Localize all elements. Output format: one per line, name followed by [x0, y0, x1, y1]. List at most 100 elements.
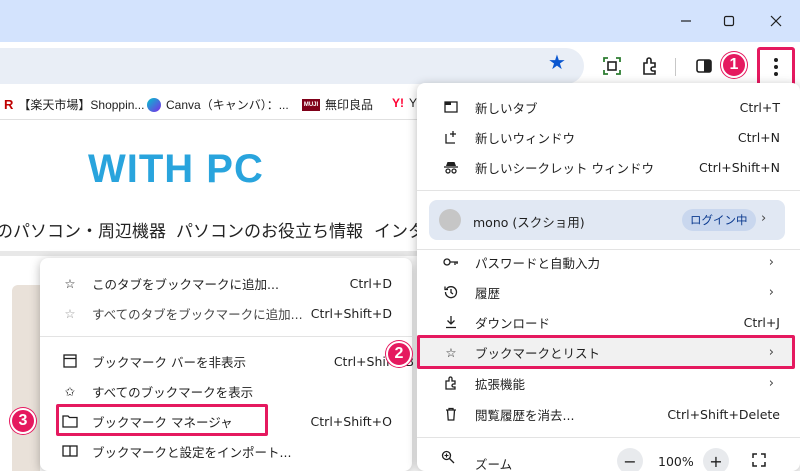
star-list-icon: ✩ [64, 383, 76, 399]
menu-item-label: 履歴 [475, 285, 501, 301]
menu-divider [417, 190, 800, 191]
toolbar-divider [675, 58, 676, 76]
menu-item-label: パスワードと自動入力 [475, 255, 601, 271]
minimize-icon[interactable] [662, 0, 710, 42]
zoom-in-button[interactable]: + [703, 448, 729, 471]
more-menu-icon [774, 58, 778, 76]
history-icon [441, 282, 461, 302]
bookmark-label: Y [409, 96, 418, 110]
article-thumbnail[interactable] [12, 285, 40, 471]
zoom-out-button[interactable]: − [617, 448, 643, 471]
menu-item-label: ダウンロード [475, 315, 551, 331]
menu-item-new-incognito[interactable]: 新しいシークレット ウィンドウ Ctrl+Shift+N [417, 152, 800, 182]
bookmark-label: 【楽天市場】Shoppin... [18, 98, 145, 112]
chevron-right-icon: › [768, 375, 774, 391]
fullscreen-icon[interactable] [751, 452, 767, 468]
shortcut-label: Ctrl+N [737, 129, 780, 145]
new-window-icon [441, 127, 461, 147]
menu-item-downloads[interactable]: ダウンロード Ctrl+J [417, 307, 800, 337]
nav-item[interactable]: のパソコン・周辺機器 [0, 217, 166, 242]
shortcut-label: Ctrl+Shift+Delete [667, 406, 780, 422]
menu-item-bookmarks-and-lists[interactable]: ☆ ブックマークとリスト › [417, 337, 800, 367]
star-outline-icon: ☆ [64, 275, 76, 291]
profile-name: mono (スクショ用) [473, 215, 585, 230]
chevron-right-icon: › [768, 284, 774, 300]
new-tab-icon [441, 97, 461, 117]
menu-item-label: このタブをブックマークに追加... [92, 276, 279, 292]
side-panel-icon[interactable] [692, 54, 716, 78]
shortcut-label: Ctrl+T [739, 99, 780, 115]
chrome-main-menu: 新しいタブ Ctrl+T 新しいウィンドウ Ctrl+N 新しいシークレット ウ… [417, 83, 800, 471]
menu-item-extensions[interactable]: 拡張機能 › [417, 368, 800, 398]
menu-item-label: 閲覧履歴を消去... [475, 407, 575, 423]
menu-item-hide-bookmark-bar[interactable]: ブックマーク バーを非表示 Ctrl+Shift+B [40, 346, 414, 376]
muji-icon: MUJI [302, 98, 320, 111]
step-badge-2: 2 [386, 341, 412, 367]
menu-item-new-window[interactable]: 新しいウィンドウ Ctrl+N [417, 122, 800, 152]
menu-item-bookmark-all-tabs[interactable]: ☆ すべてのタブをブックマークに追加... Ctrl+Shift+D [40, 298, 412, 328]
bookmark-label: 無印良品 [325, 98, 374, 112]
star-outline-icon: ☆ [445, 344, 457, 360]
avatar [439, 209, 461, 231]
menu-item-label: 新しいタブ [475, 100, 538, 116]
menu-item-passwords[interactable]: パスワードと自動入力 › [417, 247, 800, 277]
site-logo[interactable]: WITH PC [88, 147, 264, 192]
screenshot-icon[interactable] [600, 54, 624, 78]
nav-underline [0, 251, 420, 256]
menu-item-bookmark-this-tab[interactable]: ☆ このタブをブックマークに追加... Ctrl+D [40, 268, 412, 298]
chevron-right-icon: › [761, 211, 767, 226]
menu-item-new-tab[interactable]: 新しいタブ Ctrl+T [417, 92, 800, 122]
highlight-bookmark-manager [56, 404, 268, 436]
incognito-icon [441, 157, 461, 177]
bookmarks-submenu: ☆ このタブをブックマークに追加... Ctrl+D ☆ すべてのタブをブックマ… [40, 258, 414, 471]
step-badge-3: 3 [10, 408, 36, 434]
zoom-icon [441, 450, 455, 464]
menu-item-label: 新しいシークレット ウィンドウ [475, 160, 654, 176]
chevron-right-icon: › [768, 344, 774, 360]
rakuten-icon: R [4, 97, 14, 112]
bookmark-star-icon[interactable]: ★ [548, 50, 566, 74]
close-icon[interactable] [752, 0, 800, 42]
extensions-icon [441, 373, 461, 393]
menu-divider [40, 336, 412, 337]
bookmark-canva[interactable]: Canva（キャンバ）：... [147, 96, 289, 113]
bookmark-label: Canva（キャンバ）：... [166, 98, 289, 112]
shortcut-label: Ctrl+Shift+D [310, 305, 392, 321]
zoom-value: 100% [658, 454, 694, 469]
yahoo-icon: Y! [392, 96, 404, 110]
profile-row[interactable]: mono (スクショ用) ログイン中 › [429, 200, 785, 240]
bookmark-muji[interactable]: MUJI 無印良品 [302, 96, 373, 113]
menu-item-label: ブックマークと設定をインポート... [92, 444, 292, 460]
bookmark-rakuten[interactable]: R 【楽天市場】Shoppin... [4, 96, 144, 113]
step-badge-1: 1 [721, 52, 747, 78]
menu-divider [417, 437, 800, 438]
address-bar[interactable] [0, 48, 584, 84]
shortcut-label: Ctrl+J [743, 314, 780, 330]
menu-item-label: 新しいウィンドウ [475, 130, 576, 146]
import-icon [60, 441, 80, 461]
maximize-icon[interactable] [705, 0, 753, 42]
zoom-row: ズーム − 100% + [417, 448, 800, 471]
menu-item-history[interactable]: 履歴 › [417, 277, 800, 307]
star-add-disabled-icon: ☆ [64, 305, 76, 321]
canva-icon [147, 97, 161, 112]
menu-item-label: ブックマークとリスト [475, 345, 601, 361]
menu-item-label: すべてのブックマークを表示 [92, 384, 254, 400]
download-icon [441, 312, 461, 332]
extensions-icon[interactable] [638, 54, 662, 78]
menu-item-label: 拡張機能 [475, 376, 526, 392]
key-icon [441, 252, 461, 272]
chevron-right-icon: › [768, 254, 774, 270]
shortcut-label: Ctrl+Shift+N [699, 159, 780, 175]
menu-item-clear-browsing-data[interactable]: 閲覧履歴を消去... Ctrl+Shift+Delete [417, 399, 800, 429]
menu-item-label: すべてのタブをブックマークに追加... [92, 306, 303, 322]
bookmark-yahoo[interactable]: Y! Y [392, 96, 417, 110]
nav-item[interactable]: パソコンのお役立ち情報 [176, 217, 363, 242]
more-menu-button[interactable] [757, 47, 795, 87]
menu-item-import-bookmarks[interactable]: ブックマークと設定をインポート... [40, 436, 412, 466]
menu-item-label: ブックマーク バーを非表示 [92, 354, 246, 370]
title-bar [0, 0, 800, 42]
bookmark-bar-icon [60, 351, 80, 371]
menu-item-show-all-bookmarks[interactable]: ✩ すべてのブックマークを表示 [40, 376, 412, 406]
shortcut-label: Ctrl+D [349, 275, 392, 291]
